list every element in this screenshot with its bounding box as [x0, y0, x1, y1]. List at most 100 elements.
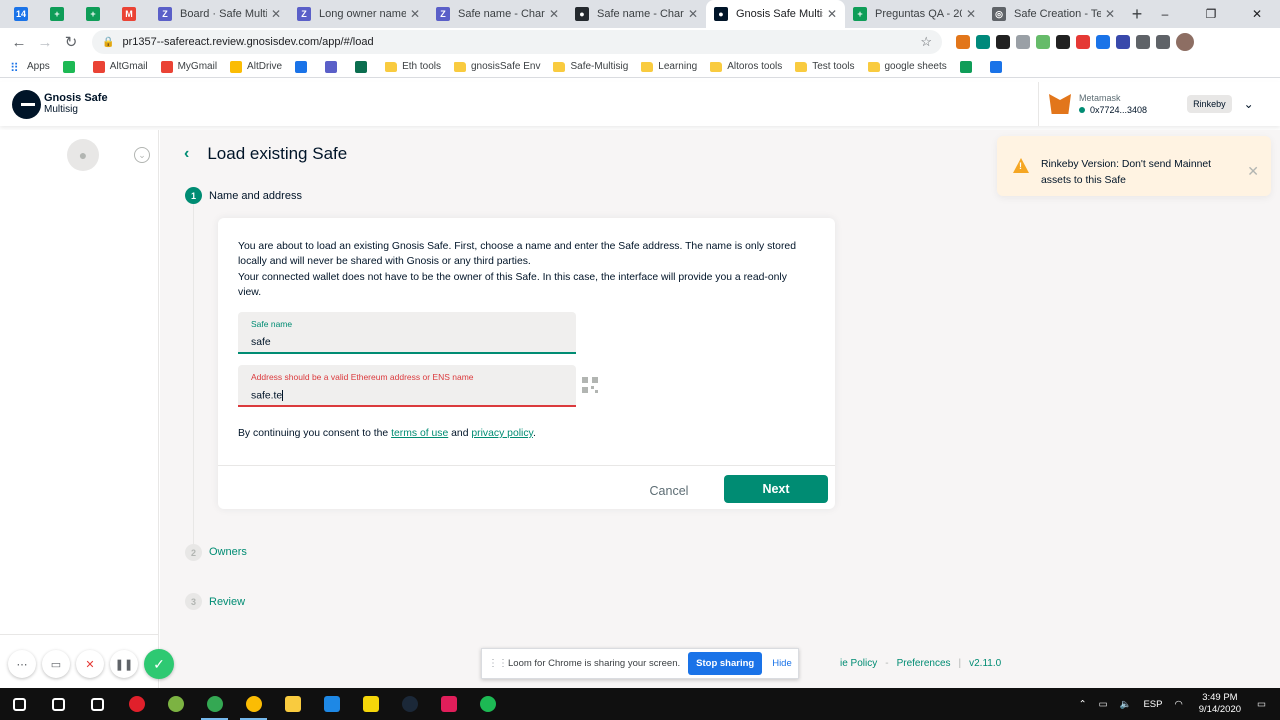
- bookmark-item[interactable]: [989, 60, 1007, 73]
- bookmark-item[interactable]: MyGmail: [160, 60, 217, 73]
- taskbar-app-multicolor-icon[interactable]: [156, 688, 195, 720]
- browser-tab[interactable]: +: [42, 0, 78, 28]
- cancel-button[interactable]: Cancel: [624, 477, 714, 505]
- tab-close-icon[interactable]: ✕: [549, 7, 559, 21]
- hide-button[interactable]: Hide: [772, 658, 792, 669]
- drag-handle-icon[interactable]: ⋮⋮: [488, 658, 508, 669]
- tray-chevron-icon[interactable]: ⌃: [1079, 699, 1087, 710]
- preferences-link[interactable]: Preferences: [897, 658, 951, 669]
- browser-tab[interactable]: ● Gnosis Safe Multisig ✕: [706, 0, 845, 28]
- input-language[interactable]: ESP: [1143, 699, 1162, 710]
- taskbar-spotify-icon[interactable]: [468, 688, 507, 720]
- safe-address-field[interactable]: Address should be a valid Ethereum addre…: [238, 365, 576, 407]
- privacy-policy-link[interactable]: privacy policy: [471, 428, 533, 439]
- bookmark-folder[interactable]: Test tools: [795, 61, 855, 72]
- profile-avatar[interactable]: [1176, 33, 1194, 51]
- cancel-recording-icon[interactable]: ✕: [76, 650, 104, 678]
- extension-icon[interactable]: [1016, 35, 1030, 49]
- pause-icon[interactable]: ❚❚: [110, 650, 138, 678]
- extension-icon[interactable]: [1056, 35, 1070, 49]
- bookmark-folder[interactable]: Learning: [641, 61, 697, 72]
- extension-icon[interactable]: [1096, 35, 1110, 49]
- taskbar-chrome-icon[interactable]: [195, 688, 234, 720]
- back-chevron-icon[interactable]: ‹: [184, 145, 189, 163]
- browser-tab[interactable]: Z Safe name - Charact... ✕: [428, 0, 567, 28]
- extension-icon[interactable]: [1156, 35, 1170, 49]
- back-arrow-icon[interactable]: ←: [6, 29, 32, 55]
- bookmark-folder[interactable]: Safe-Multisig: [553, 61, 628, 72]
- tab-close-icon[interactable]: ✕: [271, 7, 281, 21]
- safe-name-field[interactable]: Safe name safe: [238, 312, 576, 354]
- restore-icon[interactable]: ❐: [1188, 0, 1234, 28]
- taskbar-search-icon[interactable]: [39, 688, 78, 720]
- bookmark-folder[interactable]: Eth tools: [385, 61, 441, 72]
- next-button[interactable]: Next: [724, 475, 828, 503]
- tab-close-icon[interactable]: ✕: [688, 7, 698, 21]
- tab-close-icon[interactable]: ✕: [966, 7, 976, 21]
- extension-icon[interactable]: [1136, 35, 1150, 49]
- stop-sharing-button[interactable]: Stop sharing: [688, 652, 763, 675]
- bookmark-star-icon[interactable]: ☆: [920, 34, 932, 50]
- bookmark-item[interactable]: [295, 60, 312, 73]
- camera-icon[interactable]: ▭: [42, 650, 70, 678]
- extension-icon[interactable]: [1116, 35, 1130, 49]
- volume-icon[interactable]: 🔈: [1120, 699, 1132, 710]
- extension-icon[interactable]: [956, 35, 970, 49]
- bookmark-item[interactable]: [959, 60, 977, 73]
- taskbar-chrome-2-icon[interactable]: [234, 688, 273, 720]
- bookmark-item[interactable]: [355, 60, 372, 73]
- more-options-icon[interactable]: ⋯: [8, 650, 36, 678]
- clock[interactable]: 3:49 PM 9/14/2020: [1199, 692, 1241, 716]
- taskbar-start-icon[interactable]: [0, 688, 39, 720]
- address-bar[interactable]: 🔒 pr1357--safereact.review.gnosisdev.com…: [92, 30, 942, 54]
- version-link[interactable]: v2.11.0: [969, 658, 1001, 669]
- taskbar-file-explorer-icon[interactable]: [273, 688, 312, 720]
- qr-code-icon[interactable]: [582, 377, 598, 393]
- taskbar-slack-icon[interactable]: [429, 688, 468, 720]
- cookie-policy-link[interactable]: ie Policy: [840, 658, 877, 669]
- minimize-icon[interactable]: –: [1142, 0, 1188, 28]
- bookmark-folder[interactable]: gnosisSafe Env: [453, 61, 540, 72]
- taskbar-opera-icon[interactable]: [117, 688, 156, 720]
- tab-close-icon[interactable]: ✕: [410, 7, 420, 21]
- chevron-down-icon[interactable]: ⌄: [1244, 97, 1254, 111]
- bookmark-item[interactable]: AltDrive: [230, 60, 282, 73]
- browser-tab[interactable]: ● Safe name - Charact... ✕: [567, 0, 706, 28]
- browser-tab[interactable]: Z Board · Safe Multisig ✕: [150, 0, 289, 28]
- browser-tab[interactable]: + Preguntas QA - 2020 ✕: [845, 0, 984, 28]
- wallet-provider[interactable]: Metamask 0x7724...3408 Rinkeby ⌄: [1038, 82, 1280, 126]
- notifications-icon[interactable]: ▭: [1257, 699, 1266, 710]
- terms-of-use-link[interactable]: terms of use: [391, 428, 448, 439]
- finish-recording-icon[interactable]: ✓: [144, 649, 174, 679]
- bookmark-item[interactable]: [325, 60, 342, 73]
- bookmark-item[interactable]: [62, 60, 80, 73]
- taskbar-task-view-icon[interactable]: [78, 688, 117, 720]
- browser-tab[interactable]: +: [78, 0, 114, 28]
- bookmark-folder[interactable]: Altoros tools: [710, 61, 782, 72]
- bookmark-item[interactable]: AltGmail: [92, 60, 148, 73]
- safe-name-input[interactable]: safe: [251, 337, 563, 348]
- tab-close-icon[interactable]: ✕: [1105, 7, 1115, 21]
- browser-tab[interactable]: ◎ Safe Creation - Testi... ✕: [984, 0, 1123, 28]
- extension-icon[interactable]: [1076, 35, 1090, 49]
- taskbar-sticky-notes-icon[interactable]: [351, 688, 390, 720]
- close-icon[interactable]: ✕: [1247, 163, 1259, 180]
- reload-icon[interactable]: ↻: [58, 29, 84, 55]
- wifi-icon[interactable]: ◠: [1174, 699, 1182, 710]
- safe-address-input[interactable]: safe.te: [251, 390, 563, 401]
- bookmark-item[interactable]: ⠿ Apps: [10, 61, 50, 75]
- extension-icon[interactable]: [996, 35, 1010, 49]
- extension-icon[interactable]: [976, 35, 990, 49]
- network-icon[interactable]: ▭: [1099, 699, 1108, 710]
- forward-arrow-icon[interactable]: →: [32, 29, 58, 55]
- taskbar-steam-icon[interactable]: [390, 688, 429, 720]
- bookmark-folder[interactable]: google sheets: [867, 61, 947, 72]
- tab-close-icon[interactable]: ✕: [827, 7, 837, 21]
- url-text[interactable]: pr1357--safereact.review.gnosisdev.com/a…: [122, 36, 920, 48]
- taskbar-vscode-icon[interactable]: [312, 688, 351, 720]
- lock-icon[interactable]: 🔒: [102, 37, 114, 48]
- close-window-icon[interactable]: ✕: [1234, 0, 1280, 28]
- browser-tab[interactable]: M: [114, 0, 150, 28]
- gnosis-safe-logo[interactable]: Gnosis Safe Multisig: [12, 89, 108, 119]
- extension-icon[interactable]: [1036, 35, 1050, 49]
